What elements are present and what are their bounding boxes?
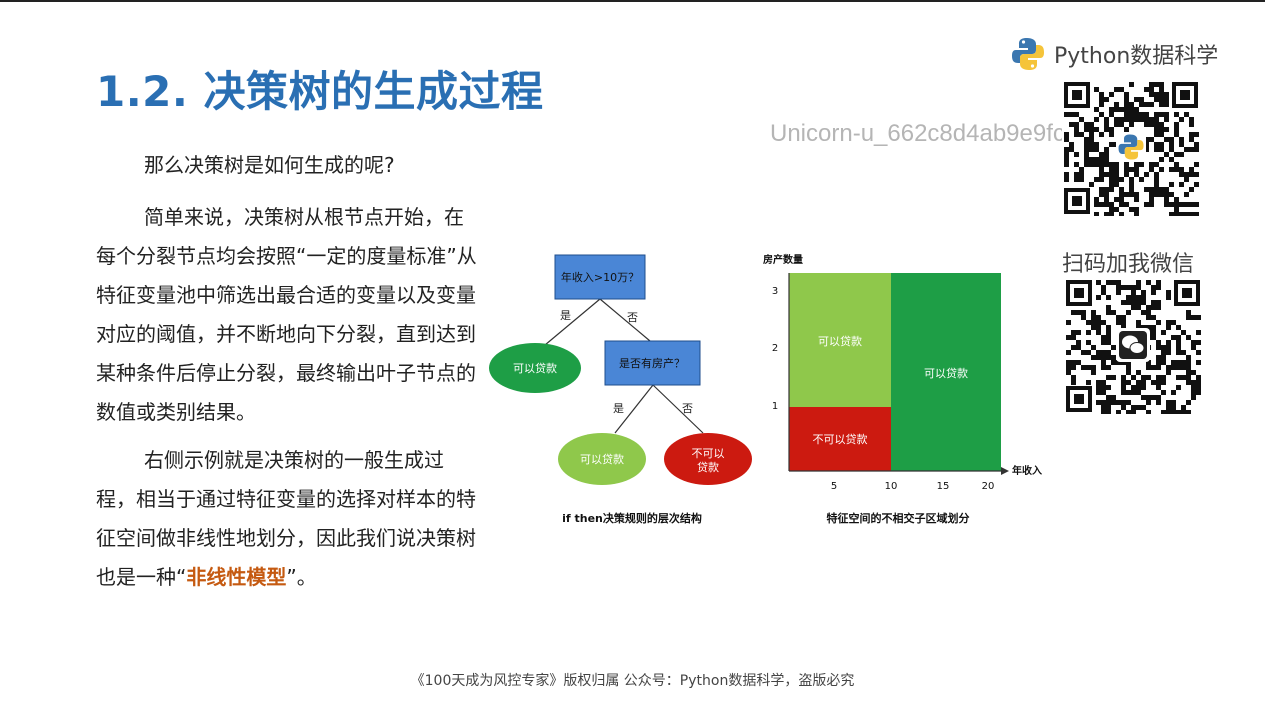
wechat-scan-label: 扫码加我微信 <box>1062 252 1195 277</box>
space-xlabel: 年收入 <box>1012 464 1042 477</box>
edge-label-no: 否 <box>627 311 638 324</box>
python-logo-icon <box>1012 38 1044 70</box>
ytick-3: 3 <box>772 286 778 297</box>
paragraph-example: 右侧示例就是决策树的一般生成过程，相当于通过特征变量的选择对样本的特征空间做非线… <box>96 441 481 597</box>
paragraph-question: 那么决策树是如何生成的呢? <box>144 153 395 177</box>
x-axis-arrow <box>1001 467 1009 475</box>
brand: Python数据科学 <box>1010 36 1218 72</box>
region-top-left-label: 可以贷款 <box>818 334 862 348</box>
edge-label-yes-2: 是 <box>613 402 624 415</box>
ytick-2: 2 <box>772 343 778 354</box>
tree-caption: if then决策规则的层次结构 <box>562 511 702 525</box>
tree-node-property-label: 是否有房产？ <box>619 356 685 370</box>
region-right-label: 可以贷款 <box>924 366 968 380</box>
wechat-qr-code <box>1064 278 1202 414</box>
tree-leaf-no-label-1: 不可以 <box>692 447 725 460</box>
edge-label-no-2: 否 <box>682 402 693 415</box>
official-account-qr-code <box>1062 80 1200 216</box>
tree-leaf-yes-2-label: 可以贷款 <box>580 452 624 466</box>
xtick-20: 20 <box>982 481 995 492</box>
edge-node2-no <box>652 384 704 434</box>
top-border <box>0 0 1265 2</box>
edge-root-yes <box>544 298 601 346</box>
tree-leaf-no-label-2: 贷款 <box>697 460 719 474</box>
tree-leaf-yes-label: 可以贷款 <box>513 361 557 375</box>
region-bottom-left-label: 不可以贷款 <box>813 432 868 446</box>
highlight-nonlinear-model: 非线性模型 <box>186 565 287 589</box>
space-ylabel: 房产数量 <box>763 253 803 266</box>
paragraph-explanation: 简单来说，决策树从根节点开始，在每个分裂节点均会按照“一定的度量标准”从特征变量… <box>96 205 477 424</box>
xtick-5: 5 <box>831 481 837 492</box>
ytick-1: 1 <box>772 401 778 412</box>
xtick-10: 10 <box>885 481 898 492</box>
xtick-15: 15 <box>937 481 950 492</box>
slide-title: 1.2. 决策树的生成过程 <box>96 67 544 116</box>
tree-root-label: 年收入>10万？ <box>561 270 639 284</box>
edge-label-yes: 是 <box>560 309 571 322</box>
space-caption: 特征空间的不相交子区域划分 <box>827 511 970 525</box>
paragraph-example-end: ”。 <box>286 565 317 589</box>
wechat-icon <box>1119 331 1147 359</box>
edge-root-no <box>599 298 651 342</box>
brand-name: Python数据科学 <box>1054 44 1219 69</box>
decision-tree-figure: 是 否 是 否 年收入>10万？ 可以贷款 是否有房产？ 可以贷款 不可以 贷款… <box>489 253 1042 525</box>
copyright-footer: 《100天成为风控专家》版权归属 公众号：Python数据科学，盗版必究 <box>410 673 855 689</box>
